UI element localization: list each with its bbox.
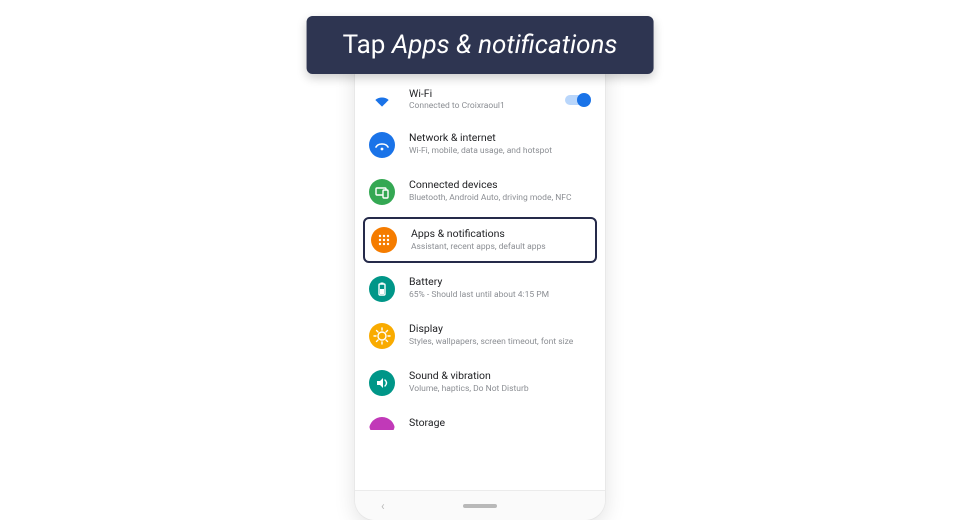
settings-row-sound[interactable]: Sound & vibration Volume, haptics, Do No… — [355, 359, 605, 406]
settings-row-wifi[interactable]: Wi-Fi Connected to Croixraoul1 — [355, 78, 605, 121]
apps-icon — [371, 227, 397, 253]
wifi-title: Wi-Fi — [409, 87, 551, 101]
network-icon — [369, 132, 395, 158]
apps-title: Apps & notifications — [411, 227, 589, 241]
connected-sub: Bluetooth, Android Auto, driving mode, N… — [409, 193, 591, 204]
display-title: Display — [409, 322, 591, 336]
display-sub: Styles, wallpapers, screen timeout, font… — [409, 337, 591, 348]
wifi-toggle[interactable] — [565, 93, 591, 107]
sound-sub: Volume, haptics, Do Not Disturb — [409, 384, 591, 395]
settings-row-apps[interactable]: Apps & notifications Assistant, recent a… — [363, 217, 597, 263]
network-sub: Wi-Fi, mobile, data usage, and hotspot — [409, 146, 591, 157]
battery-icon — [369, 276, 395, 302]
settings-row-connected[interactable]: Connected devices Bluetooth, Android Aut… — [355, 168, 605, 215]
settings-row-storage[interactable]: Storage — [355, 406, 605, 430]
sound-title: Sound & vibration — [409, 369, 591, 383]
wifi-icon — [369, 87, 395, 113]
apps-sub: Assistant, recent apps, default apps — [411, 242, 589, 253]
battery-sub: 65% - Should last until about 4:15 PM — [409, 290, 591, 301]
settings-row-network[interactable]: Network & internet Wi-Fi, mobile, data u… — [355, 121, 605, 168]
battery-title: Battery — [409, 275, 591, 289]
connected-title: Connected devices — [409, 178, 591, 192]
display-icon — [369, 323, 395, 349]
settings-list: Wi-Fi Connected to Croixraoul1 Network &… — [355, 78, 605, 490]
nav-bar: ‹ — [355, 490, 605, 520]
nav-home-pill[interactable] — [463, 504, 497, 508]
settings-row-display[interactable]: Display Styles, wallpapers, screen timeo… — [355, 312, 605, 359]
nav-back-button[interactable]: ‹ — [381, 499, 385, 513]
network-title: Network & internet — [409, 131, 591, 145]
storage-icon — [369, 417, 395, 430]
sound-icon — [369, 370, 395, 396]
storage-title: Storage — [409, 416, 591, 430]
instruction-target: Apps & notifications — [392, 30, 618, 60]
phone-frame: Wi-Fi Connected to Croixraoul1 Network &… — [355, 40, 605, 520]
wifi-sub: Connected to Croixraoul1 — [409, 101, 551, 112]
instruction-prefix: Tap — [343, 30, 392, 60]
connected-devices-icon — [369, 179, 395, 205]
settings-row-battery[interactable]: Battery 65% - Should last until about 4:… — [355, 265, 605, 312]
instruction-banner: Tap Apps & notifications — [307, 16, 654, 74]
